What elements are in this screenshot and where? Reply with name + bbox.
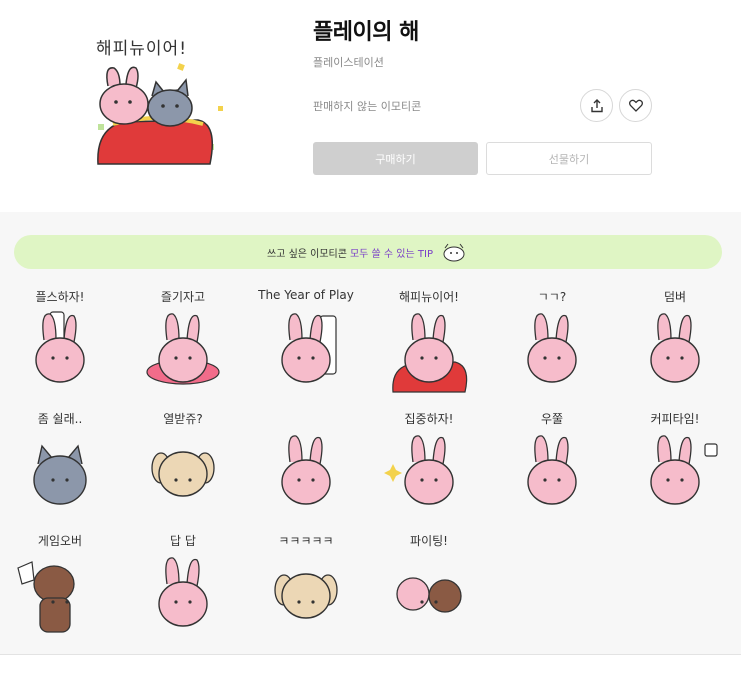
- share-button[interactable]: [580, 89, 613, 122]
- sticker-item[interactable]: 덤벼: [625, 284, 725, 394]
- sticker-illustration: [384, 435, 454, 505]
- sticker-illustration: [392, 313, 468, 393]
- hero-sticker: 해피뉴이어!: [78, 24, 238, 174]
- sticker-gallery: 쓰고 싶은 이모티콘 모두 쓸 수 있는 TIP 플스하자! 즐기자고 The Ye…: [0, 212, 741, 654]
- sticker-illustration: [527, 435, 577, 505]
- share-icon: [590, 98, 603, 112]
- sticker-item[interactable]: [256, 406, 356, 516]
- like-button[interactable]: [619, 89, 652, 122]
- sticker-item[interactable]: 좀 쉴래..: [10, 406, 110, 516]
- sticker-item[interactable]: 게임오버: [10, 528, 110, 638]
- tip-prefix: 쓰고 싶은 이모티콘: [267, 248, 347, 260]
- sticker-item[interactable]: ㄱㄱ?: [502, 284, 602, 394]
- emoticon-header: 해피뉴이어! 플레이의 해 플레이스테이션 판매하지 않는 이모티콘 구매하기 …: [0, 0, 741, 212]
- hero-caption: 해피뉴이어!: [96, 39, 188, 59]
- sticker-item[interactable]: The Year of Play: [256, 284, 356, 394]
- sticker-item[interactable]: 커피타임!: [625, 406, 725, 516]
- sticker-item[interactable]: 열받쥬?: [133, 406, 233, 516]
- sticker-illustration: [650, 313, 700, 383]
- emoticon-info: 플레이의 해 플레이스테이션 판매하지 않는 이모티콘 구매하기 선물하기: [313, 18, 653, 175]
- sticker-illustration: [33, 444, 87, 505]
- gift-button[interactable]: 선물하기: [486, 142, 652, 175]
- sticker-illustration: [158, 557, 208, 627]
- heart-icon: [628, 99, 643, 112]
- sticker-illustration: [146, 313, 220, 385]
- page-title: 플레이의 해: [313, 20, 419, 45]
- sticker-illustration: [281, 313, 337, 383]
- sticker-item[interactable]: 답 답: [133, 528, 233, 638]
- sticker-item[interactable]: ㅋㅋㅋㅋㅋ: [256, 528, 356, 638]
- author-name[interactable]: 플레이스테이션: [313, 54, 653, 70]
- sticker-illustration: [281, 435, 331, 505]
- tip-banner[interactable]: 쓰고 싶은 이모티콘 모두 쓸 수 있는 TIP: [14, 235, 722, 269]
- sale-status: 판매하지 않는 이모티콘: [313, 100, 422, 113]
- sticker-item[interactable]: 해피뉴이어!: [379, 284, 479, 394]
- sticker-item[interactable]: 파이팅!: [379, 528, 479, 638]
- sticker-illustration: [17, 561, 75, 633]
- sticker-item[interactable]: 즐기자고: [133, 284, 233, 394]
- sticker-item[interactable]: 우쭐: [502, 406, 602, 516]
- sticker-illustration: [274, 573, 338, 619]
- buy-button[interactable]: 구매하기: [313, 142, 478, 175]
- sticker-item[interactable]: 플스하자!: [10, 284, 110, 394]
- sticker-caption: The Year of Play: [258, 288, 354, 302]
- tip-highlight: 모두 쓸 수 있는 TIP: [349, 248, 433, 260]
- sticker-illustration: [35, 311, 85, 383]
- sticker-item[interactable]: 집중하자!: [379, 406, 479, 516]
- sticker-illustration: [151, 451, 215, 497]
- sticker-illustration: [527, 313, 577, 383]
- sticker-illustration: [650, 435, 718, 505]
- mascot-icon: [443, 243, 465, 262]
- divider: [0, 654, 741, 655]
- sticker-illustration: [396, 577, 462, 613]
